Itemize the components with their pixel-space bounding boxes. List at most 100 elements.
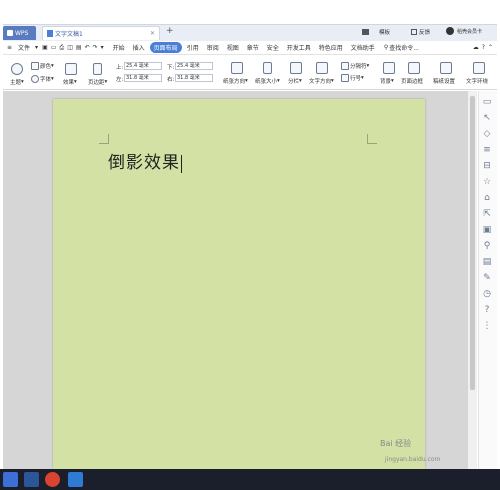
question-icon[interactable]: ?	[482, 305, 492, 315]
collapse-icon[interactable]: ⌃	[488, 44, 493, 51]
new-tab-button[interactable]: +	[166, 26, 174, 36]
document-text-content: 倒影效果	[108, 153, 180, 173]
table-icon[interactable]: ▤	[482, 257, 492, 267]
columns-icon[interactable]	[290, 62, 302, 74]
menu-item-4[interactable]: 审阅	[204, 42, 222, 53]
undo-icon[interactable]: ↶	[85, 44, 90, 51]
margin-top-field[interactable]: 25.4 毫米	[124, 62, 162, 70]
menu-item-1[interactable]: 插入	[130, 42, 148, 53]
template-button[interactable]: 模板	[362, 28, 390, 36]
tab-wps-home[interactable]: WPS	[3, 26, 36, 40]
start-icon[interactable]	[3, 472, 18, 487]
text-direction-icon[interactable]	[316, 62, 328, 74]
folder-icon[interactable]: ▭	[51, 44, 57, 51]
feedback-button[interactable]: 反馈	[411, 28, 430, 36]
theme-label: 主题	[10, 80, 22, 86]
menu-item-3[interactable]: 引用	[184, 42, 202, 53]
breaks-button[interactable]: 分隔符 ▾	[341, 62, 369, 70]
wps-logo-icon	[7, 30, 13, 36]
link-icon[interactable]: ⚲	[482, 241, 492, 251]
style-icon[interactable]: ≡	[482, 145, 492, 155]
colors-button[interactable]: 颜色 ▾	[31, 62, 54, 70]
hamburger-icon[interactable]: ≡	[7, 44, 12, 51]
margin-bottom-field[interactable]: 25.4 毫米	[175, 62, 213, 70]
menu-item-6[interactable]: 章节	[244, 42, 262, 53]
preview-icon[interactable]: ◫	[67, 44, 73, 51]
chrome-icon[interactable]	[45, 472, 60, 487]
ribbon-page-layout: 主题 ▾ 颜色 ▾ 字体 ▾ 效果 ▾ 页边距 ▾ 上: 25.4 毫米 下: 25.4 …	[3, 56, 497, 90]
navigation-icon[interactable]: ⌂	[482, 193, 492, 203]
background-label: 背景	[380, 79, 392, 85]
fonts-button[interactable]: 字体 ▾	[31, 75, 54, 83]
document-text[interactable]: 倒影效果	[108, 148, 182, 173]
page-border-icon[interactable]	[408, 62, 420, 74]
background-icon[interactable]	[383, 62, 395, 74]
menu-item-2[interactable]: 页面布局	[149, 42, 182, 53]
more-dots-icon[interactable]: ⋮	[482, 321, 492, 331]
chevron-down-icon[interactable]: ▾	[35, 44, 38, 51]
menu-file[interactable]: 文件	[15, 42, 33, 53]
line-number-button[interactable]: 行号 ▾	[341, 74, 364, 82]
menu-item-7[interactable]: 安全	[264, 42, 282, 53]
tab-close-icon[interactable]: ✕	[150, 30, 155, 37]
page-border-button[interactable]: 页面边框	[401, 77, 423, 85]
paper-size-button[interactable]: 纸张大小 ▾	[255, 77, 280, 85]
select-arrow-icon[interactable]: ↖	[482, 113, 492, 123]
more-icon[interactable]: ▾	[101, 44, 104, 51]
shapes-icon[interactable]: ◇	[482, 129, 492, 139]
columns-button[interactable]: 分栏 ▾	[288, 77, 302, 85]
crop-mark-top-left	[99, 134, 109, 144]
help-icon[interactable]: ?	[482, 44, 485, 51]
margins-button[interactable]: 页边距 ▾	[88, 78, 107, 86]
orientation-icon[interactable]	[231, 62, 243, 74]
menu-item-8[interactable]: 开发工具	[284, 42, 314, 53]
manuscript-icon[interactable]	[440, 62, 452, 74]
text-direction-button[interactable]: 文字方向 ▾	[309, 77, 334, 85]
text-wrap-icon[interactable]	[473, 62, 485, 74]
paper-size-icon[interactable]	[263, 62, 272, 74]
tab-document[interactable]: 文字文稿1 ✕	[42, 26, 160, 40]
orientation-button[interactable]: 纸张方向 ▾	[223, 77, 248, 85]
format-icon[interactable]: ▣	[482, 225, 492, 235]
wps-taskbar-icon[interactable]	[68, 472, 83, 487]
pin-icon[interactable]: ▭	[482, 97, 492, 107]
background-button[interactable]: 背景 ▾	[380, 77, 394, 85]
margin-left-field[interactable]: 31.8 毫米	[124, 74, 162, 82]
theme-button[interactable]: 主题 ▾	[10, 78, 24, 86]
columns-label: 分栏	[288, 79, 300, 85]
menu-item-0[interactable]: 开始	[110, 42, 128, 53]
watermark-url: jingyan.baidu.com	[385, 456, 441, 463]
tab-document-label: 文字文稿1	[55, 31, 83, 38]
menu-item-9[interactable]: 特色应用	[316, 42, 346, 53]
history-icon[interactable]: ◷	[482, 289, 492, 299]
manuscript-button[interactable]: 稿纸设置	[433, 77, 455, 85]
app-window: WPS 文字文稿1 ✕ + 模板 反馈 稻壳会员卡 ≡ 文件 ▾ ▣ ▭ ⎙ ◫…	[0, 0, 500, 490]
theme-icon[interactable]	[11, 63, 23, 75]
effects-button[interactable]: 效果 ▾	[63, 78, 77, 86]
search-command[interactable]: 查找命令...	[389, 43, 419, 52]
menu-item-5[interactable]: 视图	[224, 42, 242, 53]
margins-icon[interactable]	[93, 63, 102, 75]
effects-icon[interactable]	[65, 63, 77, 75]
clipboard-icon[interactable]: ▤	[76, 44, 82, 51]
cloud-icon[interactable]: ☁	[473, 44, 479, 51]
margin-right-field[interactable]: 31.8 毫米	[175, 74, 213, 82]
account-button[interactable]: 稻壳会员卡	[446, 27, 482, 35]
redo-icon[interactable]: ↷	[93, 44, 98, 51]
share-icon[interactable]: ⇱	[482, 209, 492, 219]
account-label: 稻壳会员卡	[457, 28, 483, 35]
text-wrap-button[interactable]: 文字环绕	[466, 77, 488, 85]
text-cursor	[181, 154, 182, 173]
star-icon[interactable]: ☆	[482, 177, 492, 187]
menu-item-10[interactable]: 文档助手	[348, 42, 378, 53]
margin-bottom-label: 下:	[167, 65, 175, 71]
print-icon[interactable]: ⎙	[59, 44, 64, 52]
save-icon[interactable]: ▣	[42, 44, 48, 51]
scrollbar-thumb[interactable]	[470, 96, 475, 390]
adjust-icon[interactable]: ⊟	[482, 161, 492, 171]
effects-label: 效果	[63, 80, 75, 86]
explorer-icon[interactable]	[24, 472, 39, 487]
edit-icon[interactable]: ✎	[482, 273, 492, 283]
paper-size-label: 纸张大小	[255, 79, 278, 85]
palette-icon	[31, 62, 39, 70]
